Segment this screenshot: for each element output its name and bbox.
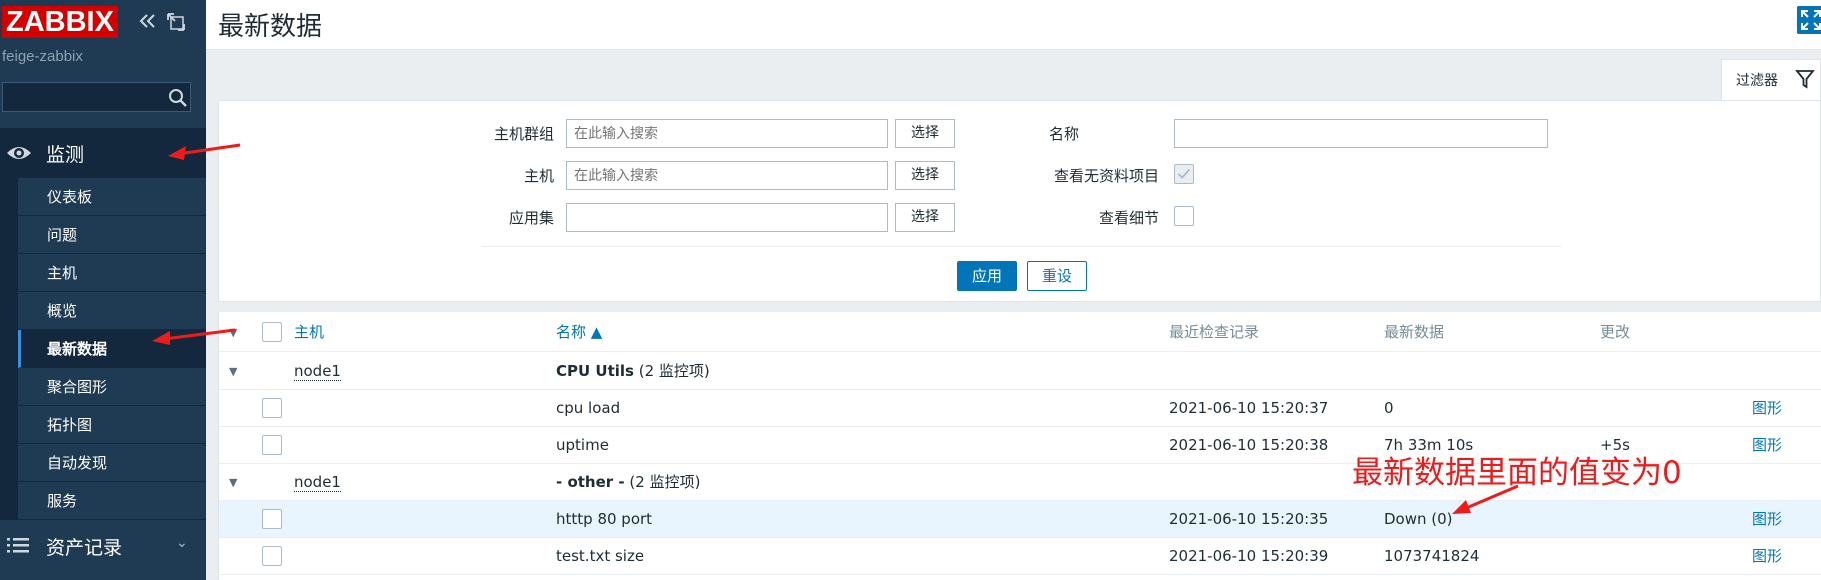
item-name: htttp 80 port <box>556 510 653 528</box>
sidebar-item-problems[interactable]: 问题 <box>18 216 206 254</box>
filter-tab[interactable]: 过滤器 <box>1721 59 1821 101</box>
item-name: uptime <box>556 436 609 454</box>
show-details-checkbox[interactable] <box>1174 206 1194 226</box>
group-name: CPU Utils (2 监控项) <box>556 353 710 390</box>
item-name: cpu load <box>556 399 621 417</box>
funnel-icon <box>1795 70 1815 89</box>
eye-icon <box>7 147 31 159</box>
group-host-link[interactable]: node1 <box>294 362 341 381</box>
sidebar-item-hosts[interactable]: 主机 <box>18 254 206 292</box>
filter-panel: 主机群组 选择 主机 选择 应用集 选择 名称 查看无资料项目 查看细节 应用 … <box>218 100 1821 302</box>
kiosk-mode-icon[interactable] <box>166 12 186 32</box>
item-last-check: 2021-06-10 15:20:38 <box>1169 436 1329 454</box>
column-last-check: 最近检查记录 <box>1169 323 1260 341</box>
sidebar-item-screens[interactable]: 聚合图形 <box>18 368 206 406</box>
item-last-value: 1073741824 <box>1384 547 1480 565</box>
menu-monitoring[interactable]: 监测 <box>0 128 206 178</box>
table-row: test.txt size 2021-06-10 15:20:39 107374… <box>219 538 1821 575</box>
host-groups-label: 主机群组 <box>494 125 555 143</box>
show-items-without-data-checkbox[interactable] <box>1174 164 1194 184</box>
reset-button[interactable]: 重设 <box>1027 261 1087 291</box>
item-last-check: 2021-06-10 15:20:39 <box>1169 547 1329 565</box>
host-groups-input[interactable] <box>566 119 888 148</box>
collapse-group-icon[interactable]: ▼ <box>229 464 237 501</box>
checkmark-icon <box>1177 168 1191 179</box>
group-host[interactable]: node1 <box>294 464 341 501</box>
hosts-input[interactable] <box>566 161 888 190</box>
sidebar-item-services[interactable]: 服务 <box>18 482 206 520</box>
row-checkbox[interactable] <box>262 435 282 455</box>
sidebar: ZABBIX feige-zabbix 监测 仪表板 问题 主机 概览 最新数据… <box>0 0 206 580</box>
hosts-select-button[interactable]: 选择 <box>895 161 955 190</box>
page-title: 最新数据 <box>218 12 323 42</box>
graph-link[interactable]: 图形 <box>1752 538 1782 575</box>
list-icon <box>7 538 29 553</box>
collapse-sidebar-icon[interactable] <box>136 10 158 32</box>
page-header: 最新数据 <box>206 0 1821 50</box>
item-last-value: 0 <box>1384 399 1394 417</box>
submenu-rail <box>0 178 18 520</box>
item-last-check: 2021-06-10 15:20:35 <box>1169 510 1329 528</box>
row-checkbox[interactable] <box>262 509 282 529</box>
table-header-row: ▼ 主机 名称 ▲ 最近检查记录 最新数据 更改 <box>219 312 1821 352</box>
column-host[interactable]: 主机 <box>294 314 324 351</box>
show-details-label: 查看细节 <box>1098 209 1159 227</box>
application-select-button[interactable]: 选择 <box>895 203 955 232</box>
server-name: feige-zabbix <box>2 48 83 65</box>
column-last-value: 最新数据 <box>1384 323 1445 341</box>
chevron-down-icon: ⌄ <box>176 535 188 551</box>
fullscreen-icon[interactable] <box>1797 6 1821 34</box>
row-checkbox[interactable] <box>262 546 282 566</box>
search-icon[interactable] <box>167 87 189 109</box>
application-label: 应用集 <box>508 209 554 227</box>
sidebar-search <box>2 82 191 112</box>
group-host-link[interactable]: node1 <box>294 473 341 492</box>
table-row: htttp 80 port 2021-06-10 15:20:35 Down (… <box>219 501 1821 538</box>
collapse-all-icon[interactable]: ▼ <box>229 314 237 351</box>
annotation-text: 最新数据里面的值变为0 <box>1352 455 1682 491</box>
filter-divider <box>481 246 1561 247</box>
graph-link[interactable]: 图形 <box>1752 390 1782 427</box>
zabbix-logo[interactable]: ZABBIX <box>2 6 118 38</box>
group-count: (2 监控项) <box>629 473 701 491</box>
row-checkbox[interactable] <box>262 398 282 418</box>
table-group-row: ▼ node1 CPU Utils (2 监控项) <box>219 353 1821 390</box>
group-name-label: - other - <box>556 473 625 491</box>
group-count: (2 监控项) <box>638 362 710 380</box>
application-input[interactable] <box>566 203 888 232</box>
group-name-label: CPU Utils <box>556 362 634 380</box>
sidebar-item-discovery[interactable]: 自动发现 <box>18 444 206 482</box>
table-row: cpu load 2021-06-10 15:20:37 0 图形 <box>219 390 1821 427</box>
menu-inventory[interactable]: 资产记录 ⌄ <box>0 522 206 568</box>
menu-monitoring-label: 监测 <box>46 144 85 166</box>
name-label: 名称 <box>1048 125 1079 143</box>
group-name: - other - (2 监控项) <box>556 464 700 501</box>
item-last-value: Down (0) <box>1384 510 1453 528</box>
apply-button[interactable]: 应用 <box>957 261 1017 291</box>
graph-link[interactable]: 图形 <box>1752 501 1782 538</box>
sidebar-item-dashboard[interactable]: 仪表板 <box>18 178 206 216</box>
logo-row: ZABBIX <box>0 0 206 50</box>
graph-link[interactable]: 图形 <box>1752 427 1782 464</box>
group-host[interactable]: node1 <box>294 353 341 390</box>
sidebar-item-latest-data[interactable]: 最新数据 <box>18 330 206 368</box>
name-input[interactable] <box>1174 119 1548 148</box>
column-change: 更改 <box>1600 323 1631 341</box>
show-items-without-data-label: 查看无资料项目 <box>1053 167 1159 185</box>
host-groups-select-button[interactable]: 选择 <box>895 119 955 148</box>
select-all-checkbox[interactable] <box>262 322 282 342</box>
sidebar-item-maps[interactable]: 拓扑图 <box>18 406 206 444</box>
hosts-label: 主机 <box>523 167 554 185</box>
sidebar-search-input[interactable] <box>7 85 155 109</box>
column-name[interactable]: 名称 ▲ <box>556 314 602 351</box>
item-name: test.txt size <box>556 547 645 565</box>
item-last-check: 2021-06-10 15:20:37 <box>1169 399 1329 417</box>
sidebar-item-overview[interactable]: 概览 <box>18 292 206 330</box>
latest-data-table: ▼ 主机 名称 ▲ 最近检查记录 最新数据 更改 ▼ node1 CPU Uti… <box>218 312 1821 580</box>
filter-tab-label: 过滤器 <box>1736 73 1778 89</box>
monitoring-submenu: 仪表板 问题 主机 概览 最新数据 聚合图形 拓扑图 自动发现 服务 <box>18 178 206 520</box>
collapse-group-icon[interactable]: ▼ <box>229 353 237 390</box>
menu-inventory-label: 资产记录 <box>46 537 123 559</box>
